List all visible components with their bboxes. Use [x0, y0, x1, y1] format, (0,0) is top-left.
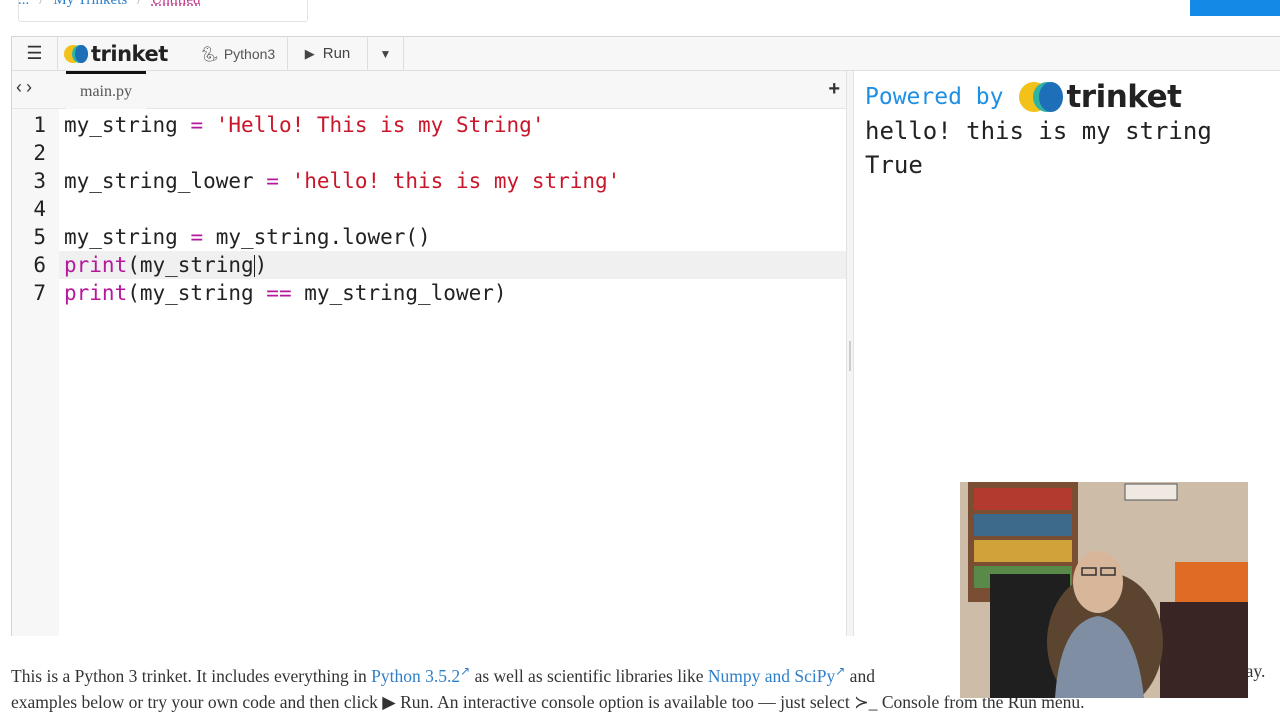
code-text: my_string = my_string.lower(): [64, 223, 431, 251]
line-number: 5: [33, 225, 46, 249]
code-token: my_string.lower(): [203, 225, 431, 249]
code-token: my_string: [64, 225, 191, 249]
language-label: Python3: [223, 45, 276, 62]
run-menu-toggle[interactable]: ▼: [368, 37, 404, 70]
breadcrumb-home[interactable]: ...: [18, 0, 29, 8]
pane-splitter[interactable]: [846, 71, 854, 636]
plus-icon[interactable]: +: [828, 78, 840, 101]
numpy-scipy-link[interactable]: Numpy and SciPy: [708, 666, 835, 686]
output-line: True: [865, 151, 923, 179]
code-token: my_string_lower: [64, 169, 267, 193]
code-token: =: [190, 113, 204, 137]
trinket-logo[interactable]: trinket: [58, 37, 188, 70]
code-line[interactable]: 7 print(my_string == my_string_lower): [33, 279, 846, 307]
hamburger-icon: ☰: [26, 43, 43, 63]
output-line: hello! this is my string: [865, 117, 1212, 145]
powered-by: Powered by trinket: [865, 79, 1182, 115]
chevron-right-icon[interactable]: ›: [26, 77, 36, 97]
trinket-logo-icon: [64, 43, 88, 65]
description-text: and: [845, 665, 875, 686]
file-tab-main[interactable]: main.py: [66, 71, 146, 109]
code-text: my_string_lower = 'hello! this is my str…: [64, 167, 620, 195]
output-brand-name: trinket: [1066, 79, 1182, 115]
code-token: =: [266, 169, 279, 193]
share-button[interactable]: [1190, 0, 1280, 16]
line-number: 1: [33, 113, 46, 137]
python-icon: 🐍︎: [199, 45, 219, 63]
code-line[interactable]: 2: [33, 139, 846, 167]
run-button[interactable]: ▶ Run: [288, 37, 368, 70]
code-token: =: [190, 225, 204, 249]
code-line[interactable]: 1 my_string = 'Hello! This is my String': [33, 111, 846, 139]
code-text: print(my_string): [64, 251, 267, 279]
code-text: my_string = 'Hello! This is my String': [64, 111, 544, 139]
code-token: 'Hello! This is my String': [215, 113, 545, 137]
toolbar: ☰ trinket 🐍︎ Python3 ▶ Run ▼: [12, 37, 1280, 71]
run-label: Run: [322, 45, 351, 62]
breadcrumb: ... / My Trinkets / Untitled: [18, 0, 201, 9]
breadcrumb-parent[interactable]: My Trinkets: [53, 0, 127, 8]
python-link[interactable]: Python 3.5.2: [371, 666, 460, 686]
line-number: 7: [33, 281, 46, 305]
description-text: as well as scientific libraries like: [470, 665, 708, 686]
code-token: print: [64, 253, 128, 277]
code-line[interactable]: 5 my_string = my_string.lower(): [33, 223, 846, 251]
file-nav: ‹›: [16, 77, 36, 98]
chevron-left-icon[interactable]: ‹: [16, 77, 26, 97]
code-token: print: [64, 281, 128, 305]
description-text: Run. An interactive console option is av…: [395, 691, 855, 712]
trinket-logo-icon: [1019, 82, 1064, 112]
code-editor-panel: ‹› main.py + 1 my_string = 'Hello! This i…: [12, 71, 846, 636]
external-link-icon: ↗: [460, 664, 471, 678]
brand-name: trinket: [91, 41, 168, 66]
code-token: ==: [266, 281, 292, 305]
line-number: 2: [33, 141, 46, 165]
code-token: (my_string: [127, 253, 254, 277]
powered-label: Powered by: [865, 84, 1004, 110]
line-number: 3: [33, 169, 46, 193]
line-number: 6: [33, 253, 46, 277]
top-strip: ... / My Trinkets / Untitled: [0, 0, 1280, 36]
play-icon: ▶: [304, 45, 315, 61]
code-line[interactable]: 4: [33, 195, 846, 223]
play-icon: ▶: [382, 691, 396, 712]
caret-down-icon: ▼: [379, 46, 392, 61]
line-number: 4: [33, 197, 46, 221]
menu-button[interactable]: ☰: [12, 37, 58, 70]
code-token: my_string: [64, 113, 191, 137]
breadcrumb-current[interactable]: Untitled: [151, 0, 200, 8]
code-token: ): [254, 253, 268, 277]
description-text: This is a Python 3 trinket. It includes …: [11, 665, 372, 686]
file-tabs-bar: ‹› main.py +: [12, 71, 846, 109]
code-line[interactable]: 6 print(my_string): [33, 251, 846, 279]
webcam-overlay: [960, 482, 1248, 698]
code-line[interactable]: 3 my_string_lower = 'hello! this is my st…: [33, 167, 846, 195]
code-area[interactable]: 1 my_string = 'Hello! This is my String' 2…: [33, 109, 846, 636]
code-token: 'hello! this is my string': [291, 169, 621, 193]
external-link-icon: ↗: [835, 664, 846, 678]
code-token: my_string_lower): [291, 281, 507, 305]
trinket-output-logo: trinket: [1019, 79, 1182, 115]
language-selector[interactable]: 🐍︎ Python3: [188, 37, 288, 70]
code-text: print(my_string == my_string_lower): [64, 279, 507, 307]
description-text: examples below or try your own code and …: [11, 691, 383, 712]
code-token: (my_string: [127, 281, 267, 305]
